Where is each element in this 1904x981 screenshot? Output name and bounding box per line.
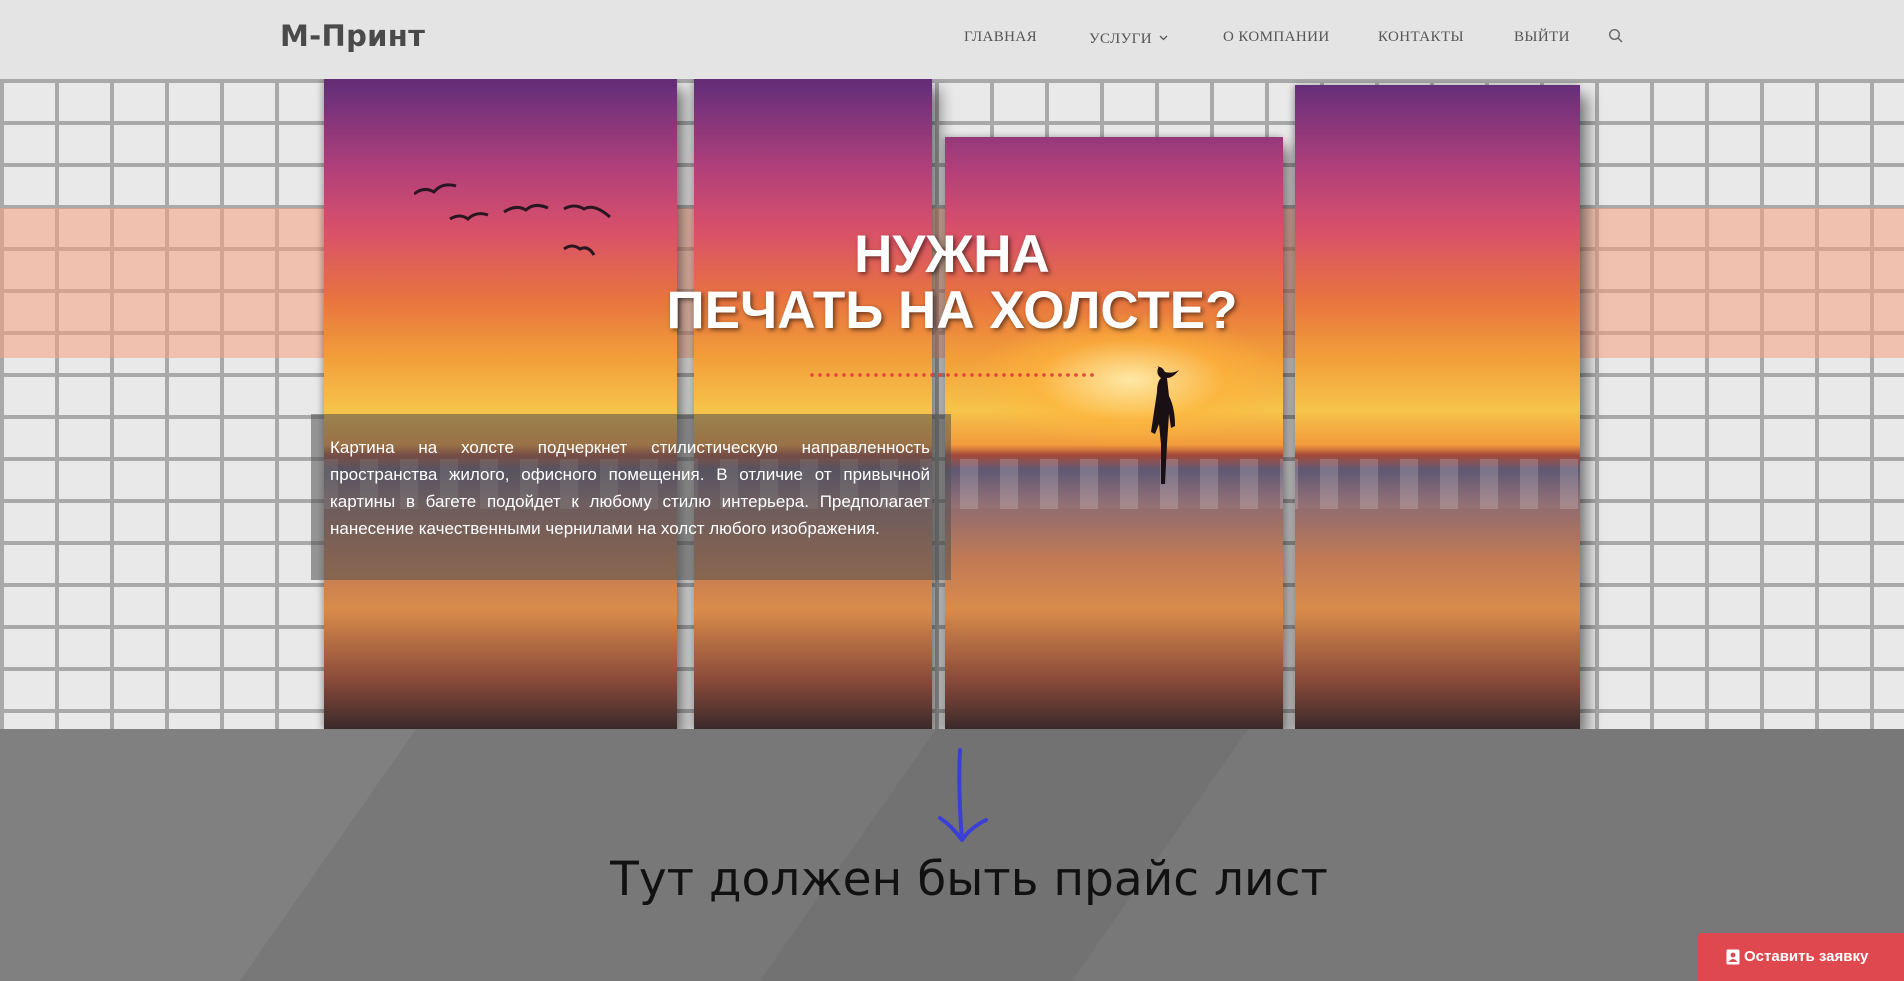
woman-silhouette — [1151, 366, 1179, 484]
chevron-down-icon — [1159, 29, 1168, 46]
search-icon[interactable] — [1608, 28, 1624, 49]
leave-request-button[interactable]: Оставить заявку — [1698, 933, 1904, 981]
price-list-placeholder: Тут должен быть прайс лист — [610, 852, 1328, 907]
nav-item-logout[interactable]: ВЫЙТИ — [1514, 29, 1570, 46]
hero-title: НУЖНА ПЕЧАТЬ НА ХОЛСТЕ? — [600, 227, 1304, 339]
site-header: М-Принт ГЛАВНАЯ УСЛУГИ О КОМПАНИИ КОНТАК… — [0, 0, 1904, 79]
canvas-panel-2 — [694, 79, 932, 729]
leave-request-label: Оставить заявку — [1744, 948, 1869, 965]
hero-banner: НУЖНА ПЕЧАТЬ НА ХОЛСТЕ? Картина на холст… — [0, 79, 1904, 729]
hero-title-line2: ПЕЧАТЬ НА ХОЛСТЕ? — [666, 281, 1238, 340]
site-logo[interactable]: М-Принт — [280, 19, 425, 53]
nav-item-about[interactable]: О КОМПАНИИ — [1223, 29, 1330, 46]
contact-card-icon — [1726, 949, 1740, 970]
birds-illustration — [414, 183, 611, 256]
hero-title-line1: НУЖНА — [854, 225, 1050, 284]
hero-description: Картина на холсте подчеркнет стилистичес… — [330, 438, 930, 538]
decorative-dotted-divider — [808, 373, 1096, 377]
nav-item-services[interactable]: УСЛУГИ — [1089, 29, 1168, 48]
down-arrow-icon — [938, 748, 988, 842]
nav-item-contacts[interactable]: КОНТАКТЫ — [1378, 29, 1464, 46]
nav-item-services-label: УСЛУГИ — [1089, 31, 1152, 47]
canvas-panel-4 — [1295, 85, 1580, 729]
nav-item-home[interactable]: ГЛАВНАЯ — [964, 29, 1037, 46]
canvas-panel-1 — [324, 79, 677, 729]
